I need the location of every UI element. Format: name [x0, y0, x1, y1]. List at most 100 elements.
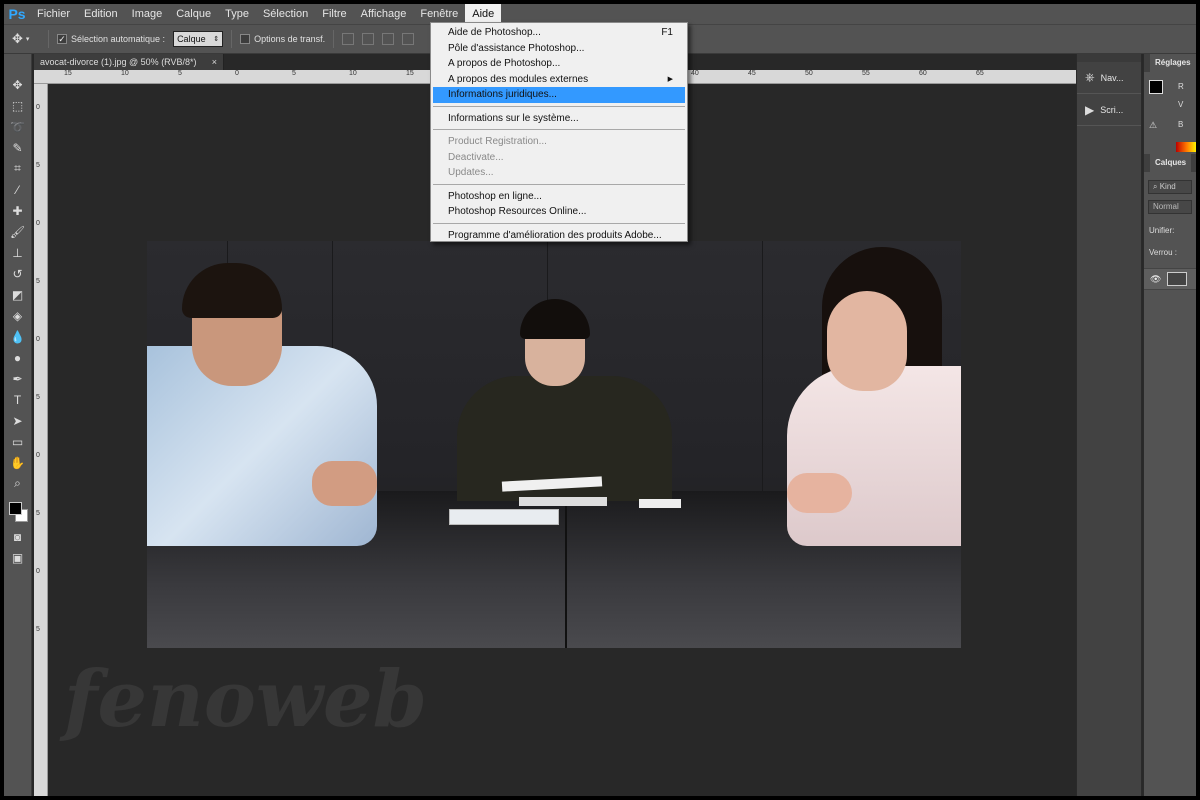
help-menu-item[interactable]: A propos de Photoshop...	[431, 56, 687, 72]
menu-item-label: Aide de Photoshop...	[448, 27, 541, 38]
ruler-tick-label: 5	[36, 394, 40, 401]
pen-tool-icon[interactable]: ✒	[6, 368, 30, 389]
path-select-tool-icon[interactable]: ➤	[6, 410, 30, 431]
help-menu-item[interactable]: Photoshop en ligne...	[431, 189, 687, 205]
color-ramp[interactable]	[1176, 142, 1196, 152]
collapsed-panel-label: Nav...	[1100, 72, 1124, 83]
ruler-tick-label: 60	[919, 70, 927, 77]
align-left-icon[interactable]	[402, 33, 415, 45]
help-menu-item[interactable]: Aide de Photoshop... F1	[431, 25, 687, 41]
menu-affichage[interactable]: Affichage	[354, 4, 414, 24]
layer-row[interactable]: 👁	[1144, 268, 1196, 290]
ruler-tick-label: 65	[976, 70, 984, 77]
auto-select-label: Sélection automatique :	[71, 34, 166, 44]
menu-s-lection[interactable]: Sélection	[256, 4, 315, 24]
quick-select-tool-icon[interactable]: ✎	[6, 137, 30, 158]
help-menu-item[interactable]: Informations juridiques...	[433, 87, 685, 103]
ruler-tick-label: 0	[36, 568, 40, 575]
adjustments-tabbar: Réglages	[1144, 54, 1196, 72]
document-paper	[519, 497, 607, 506]
help-menu-item[interactable]: Pôle d'assistance Photoshop...	[431, 41, 687, 57]
history-brush-tool-icon[interactable]: ↺	[6, 263, 30, 284]
marquee-tool-icon[interactable]: ⬚	[6, 95, 30, 116]
woman-head	[827, 291, 907, 391]
navigator-icon: ⎈	[1085, 70, 1095, 84]
move-tool-icon[interactable]: ✥	[6, 74, 30, 95]
close-icon[interactable]: ×	[212, 57, 217, 67]
hand-tool-icon[interactable]: ✋	[6, 452, 30, 473]
checkbox-checked-icon: ✓	[57, 33, 67, 44]
blend-mode-value: Normal	[1153, 202, 1179, 211]
auto-select-target-dropdown[interactable]: Calque ⇕	[173, 31, 224, 47]
menu-shortcut: F1	[661, 27, 673, 38]
channel-label-b: B	[1178, 120, 1184, 129]
document-tab[interactable]: avocat-divorce (1).jpg @ 50% (RVB/8*) ×	[34, 54, 224, 70]
tab-layers[interactable]: Calques	[1150, 154, 1192, 172]
gamut-warning-icon[interactable]: ⚠	[1149, 120, 1157, 131]
menu-calque[interactable]: Calque	[169, 4, 218, 24]
align-vcenter-icon[interactable]	[362, 33, 375, 45]
transform-controls-checkbox[interactable]: Options de transf.	[240, 34, 325, 44]
menu-image[interactable]: Image	[125, 4, 170, 24]
healing-brush-tool-icon[interactable]: ✚	[6, 200, 30, 221]
layers-tabbar: Calques	[1144, 154, 1196, 172]
blend-mode-dropdown[interactable]: Normal	[1148, 200, 1192, 214]
help-menu-item[interactable]: Photoshop Resources Online...	[431, 204, 687, 220]
layer-thumbnail	[1167, 272, 1188, 286]
move-tool-preset-picker[interactable]: ✥ ▾	[12, 29, 40, 49]
menu-edition[interactable]: Edition	[77, 4, 125, 24]
foreground-color-swatch[interactable]	[1149, 80, 1163, 94]
align-bottom-icon[interactable]	[382, 33, 395, 45]
align-top-icon[interactable]	[342, 33, 355, 45]
eraser-tool-icon[interactable]: ◩	[6, 284, 30, 305]
document-image[interactable]	[147, 241, 961, 648]
crop-tool-icon[interactable]: ⌗	[6, 158, 30, 179]
type-tool-icon[interactable]: T	[6, 389, 30, 410]
foreground-color-swatch[interactable]	[8, 502, 22, 515]
help-menu-item[interactable]: A propos des modules externes ▶	[431, 72, 687, 88]
menu-type[interactable]: Type	[218, 4, 256, 24]
lock-row: Verrou :	[1144, 242, 1196, 264]
dock-header[interactable]	[1077, 54, 1141, 62]
menu-item-label: A propos des modules externes	[448, 73, 589, 85]
menu-separator	[433, 183, 685, 185]
zoom-tool-icon[interactable]: ⌕	[6, 473, 30, 494]
lasso-tool-icon[interactable]: ➰	[6, 116, 30, 137]
ruler-tick-label: 5	[178, 70, 182, 77]
menu-item-label: Deactivate...	[448, 151, 504, 163]
menu-fichier[interactable]: Fichier	[30, 4, 77, 24]
color-swatches[interactable]	[6, 500, 30, 526]
updown-arrow-icon: ⇕	[213, 36, 220, 43]
color-panel: R V B ⚠	[1144, 72, 1196, 152]
brush-tool-icon[interactable]: 🖌	[6, 221, 30, 242]
channel-label-v: V	[1178, 100, 1184, 109]
menu-filtre[interactable]: Filtre	[315, 4, 353, 24]
man-hair	[182, 263, 282, 318]
ruler-tick-label: 5	[36, 510, 40, 517]
clone-stamp-tool-icon[interactable]: ⊥	[6, 242, 30, 263]
menu-item-label: Pôle d'assistance Photoshop...	[448, 42, 585, 54]
menu-fen-tre[interactable]: Fenêtre	[413, 4, 465, 24]
screen-mode-icon[interactable]: ▣	[6, 547, 30, 568]
collapsed-panel-button[interactable]: ⎈ Nav...	[1077, 62, 1141, 94]
chevron-down-icon: ▾	[25, 36, 30, 43]
unify-row: Unifier:	[1144, 220, 1196, 242]
shape-tool-icon[interactable]: ▭	[6, 431, 30, 452]
tab-adjustments[interactable]: Réglages	[1150, 54, 1196, 72]
dodge-tool-icon[interactable]: ●	[6, 347, 30, 368]
woman-figure	[787, 366, 961, 546]
visibility-eye-icon[interactable]: 👁	[1150, 274, 1161, 285]
menu-aide[interactable]: Aide	[465, 4, 502, 24]
help-menu-item[interactable]: Informations sur le système...	[431, 111, 687, 127]
quick-mask-icon[interactable]: ◙	[6, 526, 30, 547]
auto-select-checkbox[interactable]: ✓ Sélection automatique :	[57, 34, 165, 44]
collapsed-panel-button[interactable]: ▶ Scri...	[1077, 94, 1141, 126]
eyedropper-tool-icon[interactable]: ⁄	[6, 179, 30, 200]
layer-filter-input[interactable]: ⌕ Kind	[1148, 180, 1192, 194]
blur-tool-icon[interactable]: 💧	[6, 326, 30, 347]
ruler-tick-label: 15	[406, 70, 414, 77]
ruler-tick-label: 0	[36, 452, 40, 459]
help-menu-item[interactable]: Programme d'amélioration des produits Ad…	[431, 228, 687, 244]
submenu-arrow-icon: ▶	[667, 75, 673, 83]
paint-bucket-tool-icon[interactable]: ◈	[6, 305, 30, 326]
